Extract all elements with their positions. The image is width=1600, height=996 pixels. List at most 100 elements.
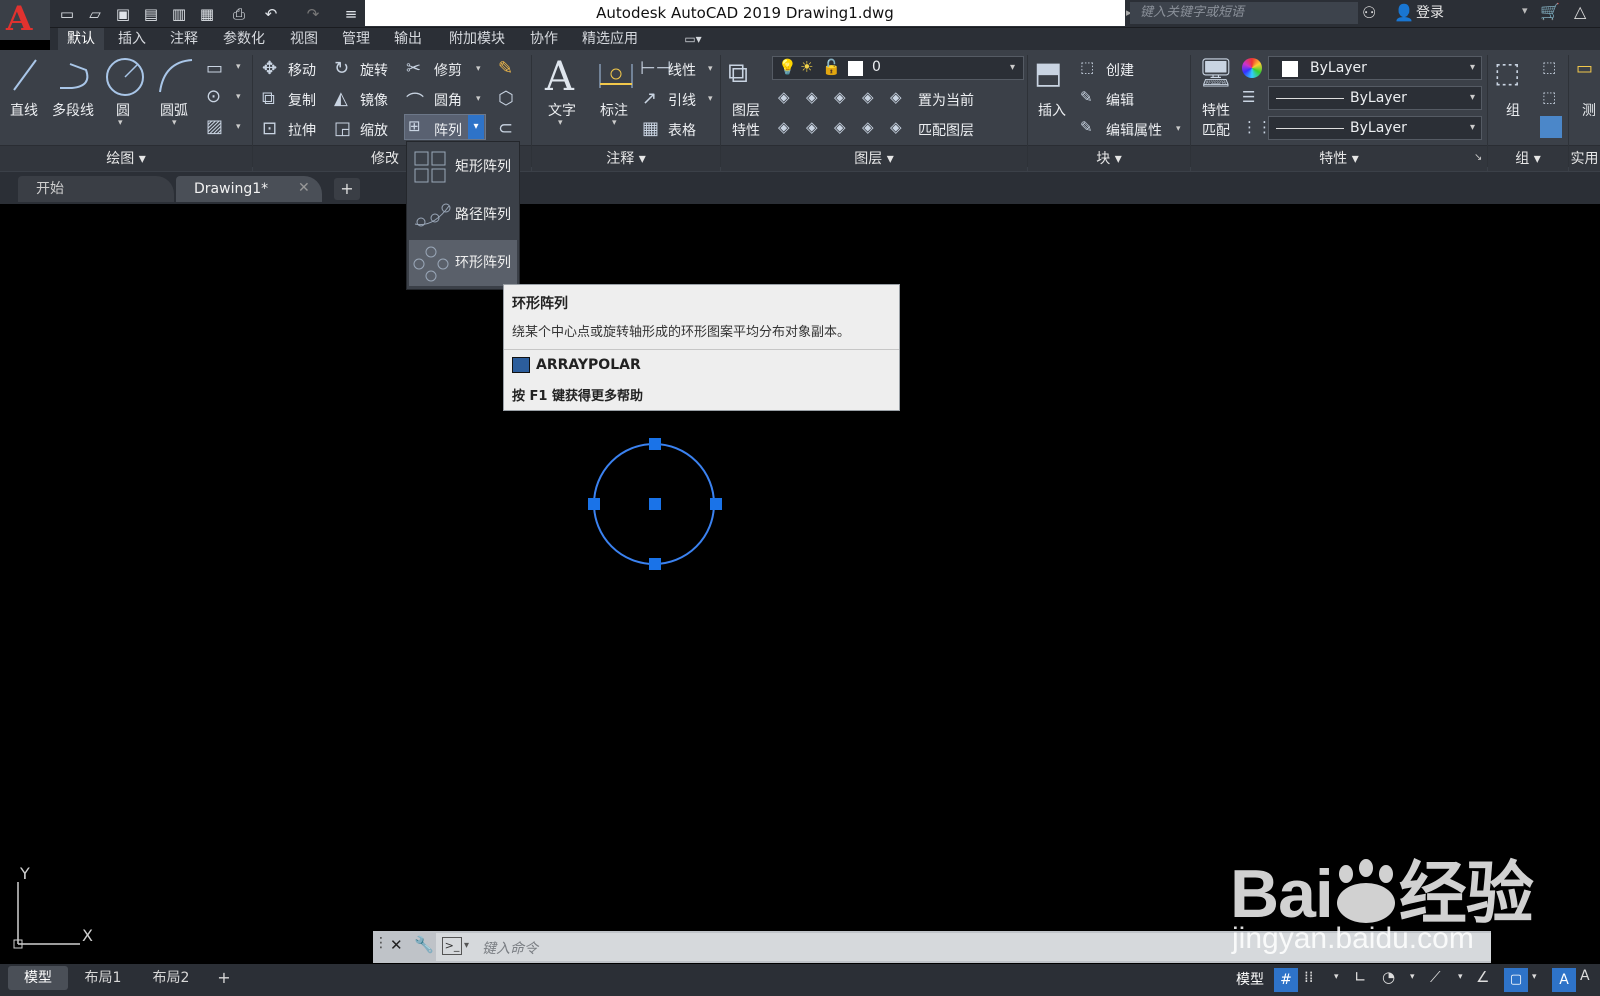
table-icon[interactable]: ▦	[642, 118, 659, 139]
annotation-panel-title[interactable]: 注释 ▾	[532, 145, 720, 171]
edit-block-icon[interactable]: ✎	[1080, 88, 1093, 106]
tab-output[interactable]: 输出	[386, 28, 430, 50]
ellipse-dropdown-icon[interactable]: ▾	[236, 92, 241, 102]
login-button[interactable]: 登录	[1416, 2, 1444, 24]
cart-icon[interactable]: 🛒	[1540, 2, 1560, 21]
explode-icon[interactable]: ⬡	[498, 88, 514, 109]
binoculars-icon[interactable]: ⚇	[1362, 3, 1376, 22]
model-space-button[interactable]: 模型	[1236, 966, 1272, 994]
open-file-icon[interactable]: ▱	[84, 3, 106, 25]
table-button[interactable]: 表格	[668, 120, 696, 140]
arc-button-label[interactable]: 圆弧	[160, 100, 188, 120]
linetype-dropdown-arrow-icon[interactable]: ▾	[1470, 92, 1475, 103]
dimension-icon[interactable]	[596, 58, 636, 94]
insert-button-label[interactable]: 插入	[1038, 100, 1066, 120]
snap-dropdown-icon[interactable]: ▾	[1334, 972, 1339, 982]
offset-icon[interactable]: ⊂	[498, 118, 513, 139]
polyline-button-label[interactable]: 多段线	[52, 100, 94, 120]
layer-properties-label-1[interactable]: 图层	[732, 100, 760, 120]
save-to-web-icon[interactable]: ▦	[196, 3, 218, 25]
rotate-icon[interactable]: ↻	[334, 58, 349, 79]
rectangle-icon[interactable]: ▭	[206, 58, 223, 79]
set-current-button[interactable]: 置为当前	[918, 90, 974, 110]
tab-collaborate[interactable]: 协作	[522, 28, 566, 50]
circle-dropdown-icon[interactable]: ▾	[118, 118, 123, 128]
layer-tool-3-icon[interactable]: ◈	[834, 88, 846, 106]
search-input[interactable]: 键入关键字或短语	[1130, 2, 1358, 24]
object-snap-tracking-icon[interactable]: ∠	[1476, 968, 1489, 986]
groups-panel-title[interactable]: 组 ▾	[1488, 145, 1568, 171]
customize-quick-access-icon[interactable]: ≡	[340, 3, 362, 25]
hatch-dropdown-icon[interactable]: ▾	[236, 122, 241, 132]
mirror-button[interactable]: 镜像	[360, 90, 388, 110]
open-from-web-icon[interactable]: ▥	[168, 3, 190, 25]
undo-icon[interactable]: ↶	[260, 3, 282, 25]
command-close-icon[interactable]: ✕	[390, 936, 403, 954]
layers-panel-title[interactable]: 图层 ▾	[721, 145, 1027, 171]
redo-icon[interactable]: ↷	[302, 3, 324, 25]
arc-dropdown-icon[interactable]: ▾	[172, 118, 177, 128]
object-snap-dropdown-icon[interactable]: ▾	[1532, 972, 1537, 982]
arc-icon[interactable]	[156, 56, 196, 96]
ellipse-icon[interactable]: ⊙	[206, 86, 221, 107]
create-block-button[interactable]: 创建	[1106, 60, 1134, 80]
layer-tool-2-icon[interactable]: ◈	[806, 88, 818, 106]
line-button-label[interactable]: 直线	[10, 100, 38, 120]
plot-icon[interactable]: ⎙	[228, 3, 250, 25]
login-dropdown-icon[interactable]: ▾	[1522, 4, 1528, 17]
circle-grip-top[interactable]	[649, 438, 661, 450]
text-dropdown-icon[interactable]: ▾	[558, 118, 563, 128]
tab-add-ins[interactable]: 附加模块	[440, 28, 514, 50]
draw-panel-title[interactable]: 绘图 ▾	[0, 145, 252, 171]
block-panel-title[interactable]: 块 ▾	[1028, 145, 1190, 171]
layer-tool-6-icon[interactable]: ◈	[806, 118, 818, 136]
measure-icon[interactable]: ▭	[1576, 58, 1593, 79]
match-properties-icon[interactable]: 🖥	[1198, 56, 1234, 89]
circle-grip-left[interactable]	[588, 498, 600, 510]
tab-insert[interactable]: 插入	[110, 28, 154, 50]
group-icon[interactable]: ⬚	[1494, 56, 1520, 89]
properties-launcher-icon[interactable]: ↘	[1474, 152, 1482, 163]
layer-tool-8-icon[interactable]: ◈	[862, 118, 874, 136]
stretch-icon[interactable]: ⊡	[262, 118, 277, 139]
polyline-icon[interactable]	[56, 58, 96, 94]
snap-toggle-icon[interactable]: ⁞⁞	[1304, 968, 1314, 986]
match-properties-label-2[interactable]: 匹配	[1202, 120, 1230, 140]
new-file-icon[interactable]: ▭	[56, 3, 78, 25]
stretch-button[interactable]: 拉伸	[288, 120, 316, 140]
measure-button-label[interactable]: 测	[1582, 100, 1596, 120]
color-dropdown[interactable]	[1268, 56, 1482, 80]
leader-icon[interactable]: ↗	[642, 88, 657, 109]
move-button[interactable]: 移动	[288, 60, 316, 80]
isodraft-dropdown-icon[interactable]: ▾	[1458, 972, 1463, 982]
circle-grip-right[interactable]	[710, 498, 722, 510]
ortho-toggle-icon[interactable]: ∟	[1354, 968, 1367, 986]
annotation-visibility-icon[interactable]: A	[1552, 968, 1576, 992]
array-dropdown-icon[interactable]: ▾	[468, 115, 484, 139]
layer-properties-label-2[interactable]: 特性	[732, 120, 760, 140]
linear-button[interactable]: 线性	[668, 60, 696, 80]
annotation-scale-icon[interactable]: A	[1580, 968, 1590, 984]
text-button-label[interactable]: 文字	[548, 100, 576, 120]
erase-icon[interactable]: ✎	[498, 58, 513, 79]
dimension-dropdown-icon[interactable]: ▾	[612, 118, 617, 128]
copy-button[interactable]: 复制	[288, 90, 316, 110]
tab-annotate[interactable]: 注释	[162, 28, 206, 50]
ungroup-icon[interactable]: ⬚	[1542, 58, 1556, 76]
add-layout-icon[interactable]: +	[212, 966, 236, 990]
move-icon[interactable]: ✥	[262, 58, 277, 79]
trim-dropdown-icon[interactable]: ▾	[476, 64, 481, 74]
hatch-icon[interactable]: ▨	[206, 116, 223, 137]
group-selection-icon[interactable]	[1540, 116, 1562, 138]
ribbon-display-toggle-icon[interactable]: ▭▾	[676, 28, 710, 50]
copy-icon[interactable]: ⧉	[262, 88, 275, 109]
edit-attributes-dropdown-icon[interactable]: ▾	[1176, 124, 1181, 134]
tab-default[interactable]: 默认	[58, 28, 104, 50]
dimension-button-label[interactable]: 标注	[600, 100, 628, 120]
menu-item-path-array[interactable]: 路径阵列	[409, 192, 517, 238]
scale-icon[interactable]: ◲	[334, 118, 351, 139]
autodesk-a360-icon[interactable]: △	[1574, 2, 1586, 21]
match-layer-icon[interactable]: ◈	[890, 118, 902, 136]
group-edit-icon[interactable]: ⬚	[1542, 88, 1556, 106]
edit-attributes-icon[interactable]: ✎	[1080, 118, 1093, 136]
